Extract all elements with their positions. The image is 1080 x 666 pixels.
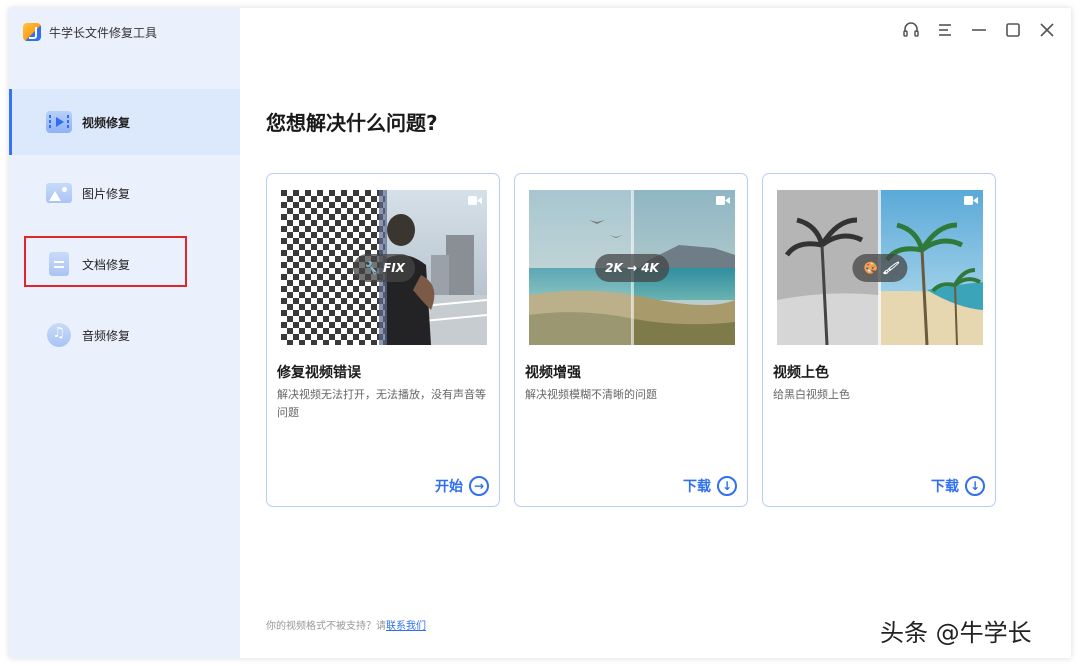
wrench-icon: 🔧 bbox=[363, 260, 379, 275]
footer-note: 你的视频格式不被支持？请联系我们 bbox=[266, 617, 426, 632]
card-title: 修复视频错误 bbox=[277, 365, 361, 381]
card-description: 解决视频模糊不清晰的问题 bbox=[525, 388, 657, 401]
sidebar-item-audio-repair[interactable]: 音频修复 bbox=[9, 302, 240, 368]
document-repair-icon bbox=[45, 252, 72, 276]
video-camera-icon bbox=[716, 196, 730, 205]
sidebar-item-image-repair[interactable]: 图片修复 bbox=[9, 160, 240, 226]
download-circle-icon: ↓ bbox=[965, 476, 985, 496]
video-camera-icon bbox=[964, 196, 978, 205]
card-video-enhance[interactable]: 2K → 4K 视频增强 解决视频模糊不清晰的问题 下载 ↓ bbox=[514, 173, 748, 507]
card-video-colorize[interactable]: 🎨 🖌 视频上色 给黑白视频上色 下载 ↓ bbox=[762, 173, 996, 507]
download-button[interactable]: 下载 ↓ bbox=[683, 476, 737, 496]
card-fix-video-errors[interactable]: 🔧 FIX 修复视频错误 解决视频无法打开，无法播放，没有声音等问题 开始 → bbox=[266, 173, 500, 507]
watermark: 头条 @牛学长 bbox=[880, 619, 1032, 647]
video-repair-icon bbox=[45, 111, 72, 133]
arrow-right-circle-icon: → bbox=[469, 476, 489, 496]
card-preview-image: 🔧 FIX bbox=[281, 190, 487, 345]
contact-us-link[interactable]: 联系我们 bbox=[386, 621, 426, 632]
card-title: 视频增强 bbox=[525, 365, 581, 381]
app-logo-icon bbox=[23, 23, 41, 41]
card-description: 解决视频无法打开，无法播放，没有声音等问题 bbox=[277, 388, 486, 419]
page-title: 您想解决什么问题? bbox=[266, 111, 438, 135]
sidebar-item-document-repair[interactable]: 文档修复 bbox=[9, 231, 240, 297]
app-window: 牛学长文件修复工具 视频修复 图片修复 文档修复 音频修复 bbox=[9, 8, 1071, 658]
sidebar-item-video-repair[interactable]: 视频修复 bbox=[9, 89, 240, 155]
maximize-icon[interactable] bbox=[1001, 18, 1025, 42]
audio-repair-icon bbox=[45, 323, 72, 347]
sidebar-item-label: 文档修复 bbox=[82, 257, 131, 272]
card-preview-image: 🎨 🖌 bbox=[777, 190, 983, 345]
colorize-badge: 🎨 🖌 bbox=[852, 253, 908, 282]
card-title: 视频上色 bbox=[773, 365, 829, 381]
brush-icon: 🖌 bbox=[882, 260, 898, 275]
fix-badge: 🔧 FIX bbox=[353, 253, 415, 282]
card-description: 给黑白视频上色 bbox=[773, 388, 850, 401]
headset-icon[interactable] bbox=[899, 18, 923, 42]
palette-icon: 🎨 bbox=[862, 260, 878, 275]
download-button-label: 下载 bbox=[683, 479, 711, 495]
card-preview-image: 2K → 4K bbox=[529, 190, 735, 345]
app-title-bar: 牛学长文件修复工具 bbox=[23, 21, 157, 43]
footer-text: 你的视频格式不被支持？请 bbox=[266, 621, 386, 632]
image-repair-icon bbox=[45, 182, 72, 204]
download-circle-icon: ↓ bbox=[717, 476, 737, 496]
sidebar-item-label: 视频修复 bbox=[82, 115, 131, 130]
sidebar: 牛学长文件修复工具 视频修复 图片修复 文档修复 音频修复 bbox=[9, 8, 240, 658]
app-name: 牛学长文件修复工具 bbox=[49, 25, 158, 40]
sidebar-item-label: 图片修复 bbox=[82, 186, 131, 201]
start-button[interactable]: 开始 → bbox=[435, 476, 489, 496]
minimize-icon[interactable] bbox=[967, 18, 991, 42]
resolution-badge: 2K → 4K bbox=[595, 253, 669, 282]
video-camera-icon bbox=[468, 196, 482, 205]
menu-icon[interactable] bbox=[933, 18, 957, 42]
download-button[interactable]: 下载 ↓ bbox=[931, 476, 985, 496]
close-icon[interactable] bbox=[1035, 18, 1059, 42]
download-button-label: 下载 bbox=[931, 479, 959, 495]
window-controls bbox=[899, 18, 1059, 42]
start-button-label: 开始 bbox=[435, 479, 463, 495]
sidebar-item-label: 音频修复 bbox=[82, 328, 131, 343]
